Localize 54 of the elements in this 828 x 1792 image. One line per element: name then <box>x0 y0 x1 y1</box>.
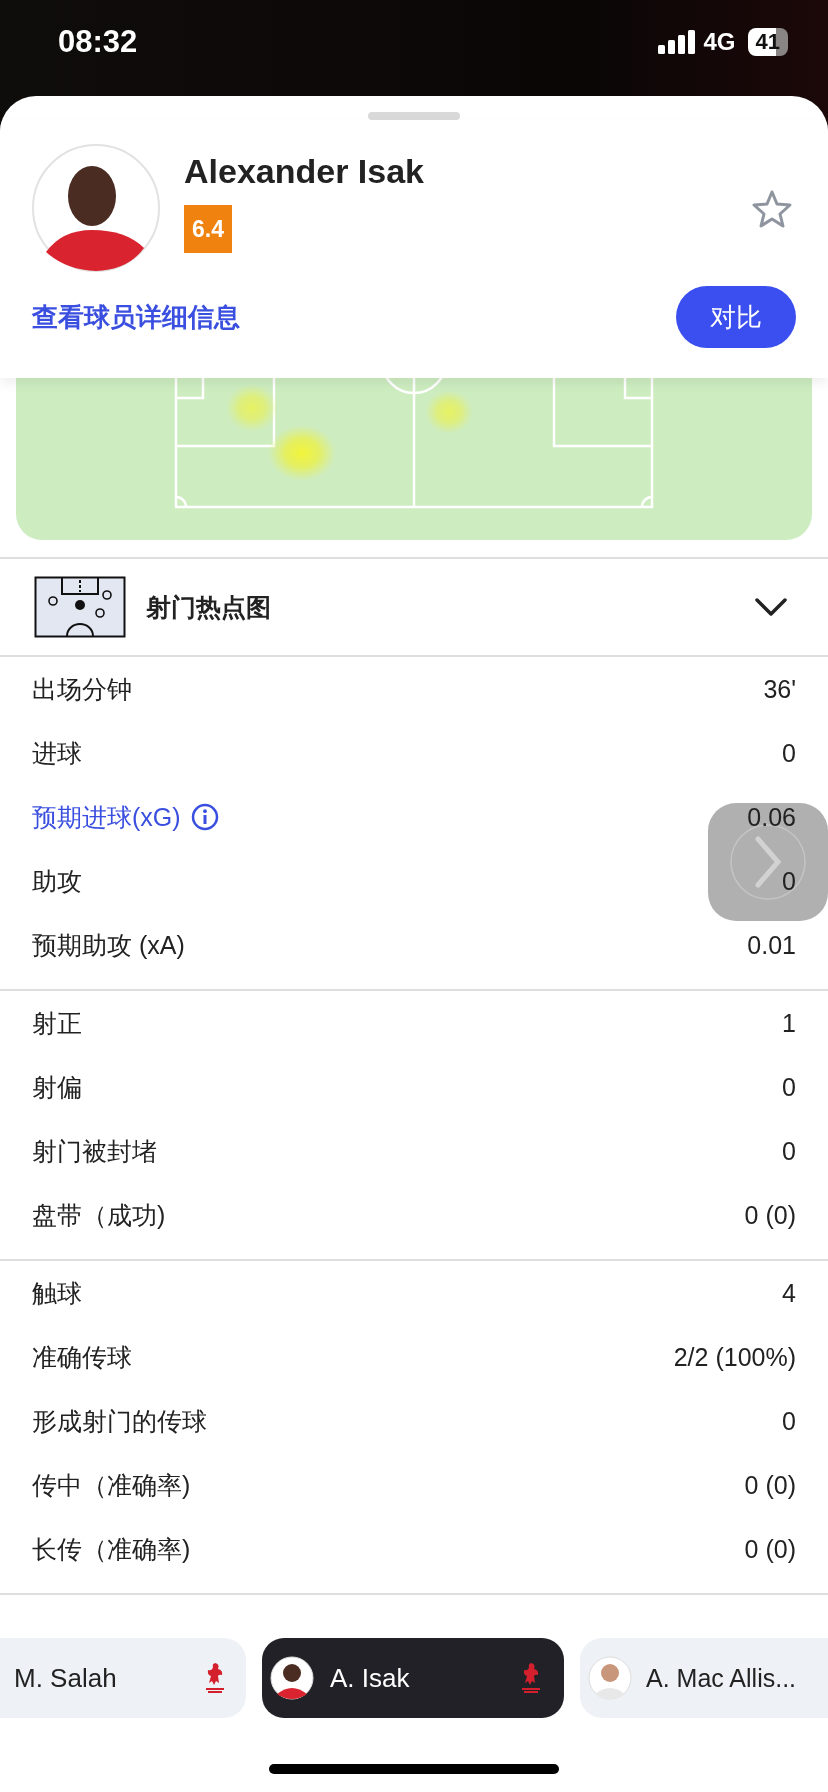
stat-label: 准确传球 <box>32 1341 132 1373</box>
stat-value: 0 <box>782 738 796 768</box>
stat-label: 长传（准确率) <box>32 1533 191 1565</box>
stat-value: 1 <box>782 1008 796 1038</box>
heat-spot <box>268 425 336 481</box>
stat-value: 4 <box>782 1278 796 1308</box>
network-label: 4G <box>703 28 736 56</box>
stat-label: 射正 <box>32 1007 82 1039</box>
heat-spot <box>226 384 278 432</box>
player-tab[interactable]: A. Isak <box>262 1638 564 1718</box>
stat-label: 射门被封堵 <box>32 1135 157 1167</box>
stat-label: 预期助攻 (xA) <box>32 929 185 961</box>
player-tab[interactable]: A. Mac Allis... <box>580 1638 828 1718</box>
chevron-icon[interactable] <box>754 597 788 617</box>
stat-value: 0 <box>782 1406 796 1436</box>
battery-indicator: 41 <box>747 28 788 56</box>
stat-label: 传中（准确率) <box>32 1469 191 1501</box>
stat-value: 0 (0) <box>744 1200 796 1230</box>
stat-value: 0 (0) <box>744 1470 796 1500</box>
stat-value: 0.06 <box>747 802 796 832</box>
player-name: Alexander Isak <box>184 152 425 191</box>
stat-label: 形成射门的传球 <box>32 1405 207 1437</box>
stat-value: 0 <box>782 1072 796 1102</box>
player-details-link[interactable]: 查看球员详细信息 <box>32 299 240 335</box>
shot-map-title: 射门热点图 <box>146 591 272 623</box>
floating-button[interactable] <box>708 803 828 921</box>
player-tab-name: M. Salah <box>14 1662 118 1694</box>
stat-label: 盘带（成功) <box>32 1199 166 1231</box>
bird-crest-icon <box>204 1661 226 1695</box>
stat-value: 2/2 (100%) <box>673 1342 796 1372</box>
star-icon[interactable] <box>752 190 792 228</box>
info-icon[interactable] <box>190 803 219 831</box>
stat-label: 射偏 <box>32 1071 82 1103</box>
stat-label: 助攻 <box>32 865 82 897</box>
sheet-handle[interactable] <box>368 112 460 120</box>
stat-value: 0 (0) <box>744 1534 796 1564</box>
player-tab-name: A. Mac Allis... <box>646 1663 798 1693</box>
stat-value: 0.01 <box>747 930 796 960</box>
stat-label: 触球 <box>32 1277 82 1309</box>
stat-value: 36' <box>763 674 796 704</box>
rating-badge: 6.4 <box>184 205 232 253</box>
player-tab[interactable]: M. Salah <box>0 1638 246 1718</box>
heat-spot <box>425 390 473 434</box>
compare-button[interactable]: 对比 <box>676 286 796 348</box>
stat-value: 0 <box>782 866 796 896</box>
pitch-icon <box>34 576 126 638</box>
signal-icon <box>657 30 696 54</box>
player-tab-name: A. Isak <box>330 1662 411 1694</box>
status-time: 08:32 <box>58 24 138 60</box>
stat-label: 进球 <box>32 737 82 769</box>
stat-label: 出场分钟 <box>32 673 132 705</box>
stat-label-link[interactable]: 预期进球(xG) <box>32 800 181 834</box>
bird-crest-icon <box>520 1661 542 1695</box>
stat-value: 0 <box>782 1136 796 1166</box>
